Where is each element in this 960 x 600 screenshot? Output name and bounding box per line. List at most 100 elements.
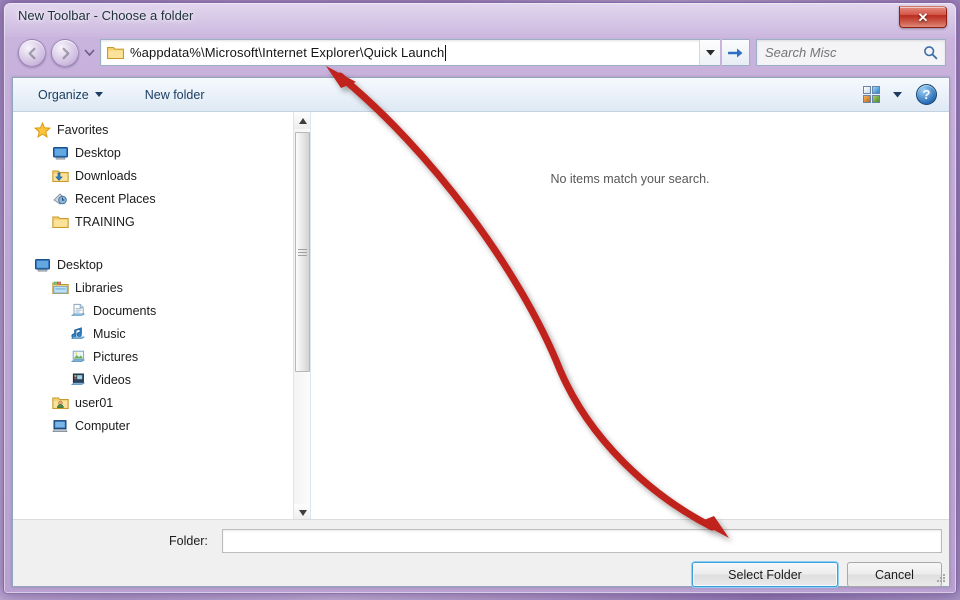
- tree-item-label: Videos: [93, 372, 131, 387]
- documents-library-icon: [69, 302, 87, 319]
- star-icon: [33, 121, 51, 138]
- caret-down-icon[interactable]: [893, 91, 902, 98]
- go-button[interactable]: [722, 39, 750, 66]
- music-library-icon: [70, 326, 85, 339]
- navigation-scrollbar[interactable]: [293, 112, 310, 521]
- search-icon: [924, 46, 938, 60]
- tree-item-label: user01: [75, 395, 114, 410]
- tree-item-label: Documents: [93, 303, 157, 318]
- back-button[interactable]: [18, 39, 46, 67]
- folder-icon: [51, 216, 69, 228]
- recent-places-icon: [52, 192, 67, 204]
- folder-icon: [51, 213, 69, 230]
- dialog-client-area: Organize New folder ? Favorites Desktop …: [12, 77, 950, 587]
- desktop-icon: [51, 144, 69, 161]
- tree-separator: [13, 233, 310, 247]
- organize-label: Organize: [38, 87, 89, 102]
- organize-button[interactable]: Organize: [29, 84, 112, 106]
- desktop-icon: [33, 256, 51, 273]
- dialog-footer: Folder: Select Folder Cancel: [13, 519, 949, 587]
- videos-library-icon: [70, 373, 85, 385]
- tree-item-desktop[interactable]: Desktop: [13, 253, 310, 276]
- command-toolbar: Organize New folder ?: [13, 78, 949, 112]
- scroll-up-arrow-icon[interactable]: [294, 112, 310, 129]
- forward-button[interactable]: [51, 39, 79, 67]
- close-button[interactable]: ✕: [899, 6, 947, 28]
- panes-container: Favorites Desktop Downloads Recent Place…: [13, 112, 949, 521]
- tree-item-label: TRAINING: [75, 214, 135, 229]
- tree-item-favorites[interactable]: Favorites: [13, 118, 310, 141]
- title-bar: New Toolbar - Choose a folder ✕: [4, 3, 956, 33]
- toolbar-right-group: ?: [863, 84, 937, 105]
- libraries-icon: [51, 279, 69, 296]
- tree-group: Desktop Libraries Documents Music Pictur…: [13, 247, 310, 437]
- empty-list-message: No items match your search.: [550, 172, 710, 186]
- help-button[interactable]: ?: [916, 84, 937, 105]
- tree-item-label: Pictures: [93, 349, 139, 364]
- folder-name-row: Folder:: [13, 528, 949, 554]
- close-icon: ✕: [917, 9, 929, 25]
- tree-item-user01[interactable]: user01: [13, 391, 310, 414]
- downloads-folder-icon: [51, 170, 69, 182]
- cancel-button[interactable]: Cancel: [847, 562, 942, 587]
- documents-library-icon: [70, 303, 85, 316]
- pictures-library-icon: [69, 348, 87, 365]
- window-title: New Toolbar - Choose a folder: [18, 8, 194, 23]
- search-input[interactable]: [765, 45, 905, 60]
- navigation-pane: Favorites Desktop Downloads Recent Place…: [13, 112, 311, 521]
- music-library-icon: [69, 325, 87, 342]
- folder-icon: [107, 47, 124, 59]
- desktop-icon: [52, 146, 68, 160]
- recent-places-icon: [51, 190, 69, 207]
- address-path-text: %appdata%\Microsoft\Internet Explorer\Qu…: [130, 45, 445, 60]
- address-bar[interactable]: %appdata%\Microsoft\Internet Explorer\Qu…: [100, 39, 720, 66]
- tree-item-label: Music: [93, 326, 126, 341]
- tree-group: Favorites Desktop Downloads Recent Place…: [13, 112, 310, 233]
- user-folder-icon: [51, 397, 69, 409]
- help-label: ?: [922, 87, 931, 102]
- address-dropdown-button[interactable]: [699, 40, 720, 65]
- tree-item-videos[interactable]: Videos: [13, 368, 310, 391]
- select-folder-button[interactable]: Select Folder: [692, 562, 838, 587]
- folder-tree: Favorites Desktop Downloads Recent Place…: [13, 112, 310, 437]
- scrollbar-grip-icon: [298, 248, 307, 256]
- search-box[interactable]: [756, 39, 946, 66]
- folder-name-input[interactable]: [222, 529, 942, 553]
- tree-item-downloads[interactable]: Downloads: [13, 164, 310, 187]
- tree-item-recent-places[interactable]: Recent Places: [13, 187, 310, 210]
- user-folder-icon: [51, 394, 69, 411]
- chevron-down-icon: [705, 49, 715, 55]
- forward-arrow-icon: [62, 47, 69, 59]
- scrollbar-thumb[interactable]: [295, 132, 310, 372]
- videos-library-icon: [69, 371, 87, 388]
- tree-item-documents[interactable]: Documents: [13, 299, 310, 322]
- folder-label: Folder:: [169, 534, 208, 548]
- tree-item-desktop[interactable]: Desktop: [13, 141, 310, 164]
- folder-picker-dialog: New Toolbar - Choose a folder ✕ %appdata…: [3, 2, 957, 594]
- libraries-icon: [51, 281, 69, 294]
- tree-item-computer[interactable]: Computer: [13, 414, 310, 437]
- text-cursor: [445, 44, 447, 61]
- tree-item-label: Desktop: [75, 145, 121, 160]
- desktop-icon: [34, 258, 50, 272]
- file-list-pane[interactable]: No items match your search.: [311, 112, 949, 521]
- star-icon: [33, 121, 51, 138]
- tree-item-label: Computer: [75, 418, 130, 433]
- tree-item-label: Downloads: [75, 168, 137, 183]
- computer-icon: [51, 419, 68, 432]
- go-arrow-icon: [727, 48, 742, 57]
- chevron-down-icon[interactable]: [84, 48, 95, 57]
- computer-icon: [51, 417, 69, 434]
- tree-item-libraries[interactable]: Libraries: [13, 276, 310, 299]
- new-folder-button[interactable]: New folder: [136, 84, 214, 106]
- resize-grip-icon[interactable]: [934, 572, 946, 584]
- pictures-library-icon: [70, 350, 85, 362]
- tree-item-training[interactable]: TRAINING: [13, 210, 310, 233]
- tree-item-label: Favorites: [57, 122, 109, 137]
- view-mode-icon[interactable]: [863, 86, 880, 103]
- downloads-folder-icon: [51, 167, 69, 184]
- tree-item-pictures[interactable]: Pictures: [13, 345, 310, 368]
- tree-item-music[interactable]: Music: [13, 322, 310, 345]
- tree-item-label: Libraries: [75, 280, 123, 295]
- tree-item-label: Recent Places: [75, 191, 156, 206]
